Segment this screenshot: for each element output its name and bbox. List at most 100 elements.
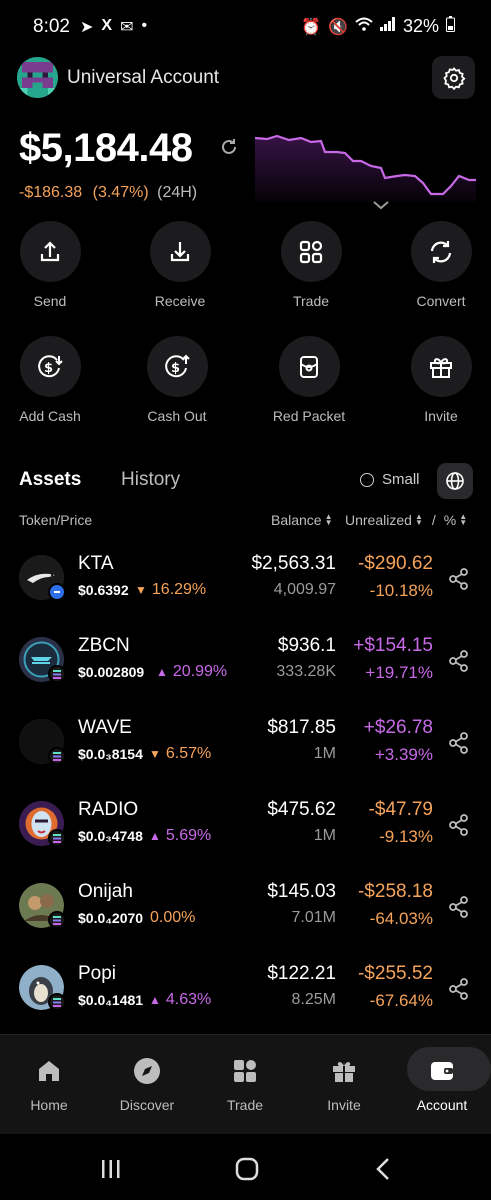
unrealized-pnl-percent: -9.13% [379,827,433,846]
home-button-icon[interactable] [234,1156,260,1182]
unrealized-pnl-percent: +3.39% [374,745,433,764]
balance-amount: 1M [313,827,336,844]
token-symbol: ZBCN [78,635,130,656]
account-title[interactable]: Universal Account [67,67,219,89]
price-change: ▲ 20.99% [156,663,228,680]
unrealized-pnl: -$255.52 [357,963,433,984]
balance-usd: $817.85 [267,717,336,738]
invite-button[interactable]: Invite [396,336,486,424]
token-price: $0.0₃8154 [78,746,143,762]
status-time: 8:02 [33,16,70,37]
down-triangle-icon: ▼ [135,583,147,597]
receive-arrow-down-icon [170,241,190,261]
status-bar: 8:02 ➤ X ✉ • ⏰ 🔇 32% [0,0,491,52]
balance-usd: $936.1 [277,635,336,656]
nav-invite[interactable]: Invite [299,1053,389,1113]
chain-badge-icon [48,993,66,1011]
convert-button[interactable]: Convert [396,221,486,309]
balance-usd: $2,563.31 [251,553,336,574]
change-percent: (3.47%) [92,184,149,201]
small-label: Small [382,471,420,488]
asset-row-kta[interactable]: KTA $0.6392 ▼ 16.29% $2,563.31 4,009.97 -$290.… [0,553,491,637]
tab-history[interactable]: History [121,469,180,491]
dot-icon: • [141,17,148,34]
up-triangle-icon: ▲ [156,665,168,679]
balance-amount: 7.01M [291,909,336,926]
price-change: ▲ 5.69% [149,827,212,844]
alarm-icon: ⏰ [301,18,322,36]
token-price: $0.0₄2070 [78,910,144,926]
send-arrow-up-icon [40,240,60,261]
battery-icon [446,16,455,37]
balance-change: -$186.38 (3.47%) (24H) [19,184,197,202]
receive-button[interactable]: Receive [135,221,225,309]
gift-icon [430,357,452,378]
share-icon[interactable] [449,650,469,677]
share-icon[interactable] [449,814,469,841]
chain-badge-icon [48,911,66,929]
globe-icon [446,472,464,490]
token-price: $0.0₄1481 [78,992,144,1008]
chevron-down-icon[interactable] [371,198,391,216]
unrealized-pnl-percent: -67.64% [369,991,433,1010]
chain-badge-icon [48,747,66,765]
share-icon[interactable] [449,978,469,1005]
up-triangle-icon: ▲ [149,993,161,1007]
tab-assets[interactable]: Assets [19,469,81,491]
home-icon [39,1061,59,1081]
add-cash-button[interactable]: $ Add Cash [5,336,95,424]
mute-icon: 🔇 [328,18,348,36]
asset-row-zbcn[interactable]: ZBCN $0.002809 ▲ 20.99% $936.1 333.28K +$154.1… [0,635,491,719]
add-cash-icon: $ [38,354,63,377]
token-price: $0.002809 [78,664,145,680]
account-avatar[interactable] [17,57,58,98]
red-packet-icon [300,355,318,378]
column-balance[interactable]: Balance ▲ ▼ [271,512,333,528]
nav-discover[interactable]: Discover [102,1053,192,1113]
share-icon[interactable] [449,568,469,595]
cash-out-button[interactable]: $ Cash Out [132,336,222,424]
change-period: (24H) [157,184,198,201]
share-icon[interactable] [449,896,469,923]
svg-text:$: $ [44,361,53,376]
chain-badge-icon [48,829,66,847]
trade-icon [234,1060,256,1082]
chain-badge-icon [48,583,66,601]
nav-home[interactable]: Home [4,1053,94,1113]
balance-usd: $145.03 [267,881,336,902]
change-amount: -$186.38 [19,184,83,201]
nav-account[interactable]: Account [397,1047,491,1113]
nav-trade[interactable]: Trade [200,1053,290,1113]
network-filter-button[interactable] [437,463,473,499]
chain-badge-icon [48,665,66,683]
trade-button[interactable]: Trade [266,221,356,309]
price-change: ▼ 6.57% [149,745,212,762]
bottom-nav: Home Discover Trade Invite Account [0,1034,491,1134]
red-packet-button[interactable]: Red Packet [264,336,354,424]
system-nav-bar [0,1134,491,1200]
token-symbol: WAVE [78,717,132,738]
back-icon[interactable] [375,1157,391,1181]
signal-icon [379,17,396,36]
column-unrealized[interactable]: Unrealized ▲ ▼ / % ▲ ▼ [345,512,467,528]
outlook-icon: ✉ [120,19,134,36]
gift-icon [333,1062,355,1082]
unrealized-pnl: +$26.78 [363,717,433,738]
column-token-price: Token/Price [19,512,93,528]
unrealized-pnl-percent: -64.03% [369,909,433,928]
share-icon[interactable] [449,732,469,759]
gear-icon [442,66,466,90]
svg-text:$: $ [171,361,180,376]
radio-icon[interactable] [360,472,374,487]
asset-row-wave[interactable]: WAVE $0.0₃8154 ▼ 6.57% $817.85 1M +$26.78 +3.39… [0,717,491,801]
asset-row-onijah[interactable]: Onijah $0.0₄2070 0.00% $145.03 7.01M -$258.18… [0,881,491,965]
send-button[interactable]: Send [5,221,95,309]
recent-apps-icon[interactable] [100,1158,122,1180]
settings-button[interactable] [432,56,475,99]
small-balance-toggle[interactable]: Small [360,471,420,488]
unrealized-pnl: -$290.62 [357,553,433,574]
refresh-icon[interactable] [219,137,239,162]
convert-refresh-icon [430,240,452,263]
asset-row-radio[interactable]: RADIO $0.0₃4748 ▲ 5.69% $475.62 1M -$47.79 -9.1… [0,799,491,883]
balance-sparkline[interactable] [255,128,476,202]
